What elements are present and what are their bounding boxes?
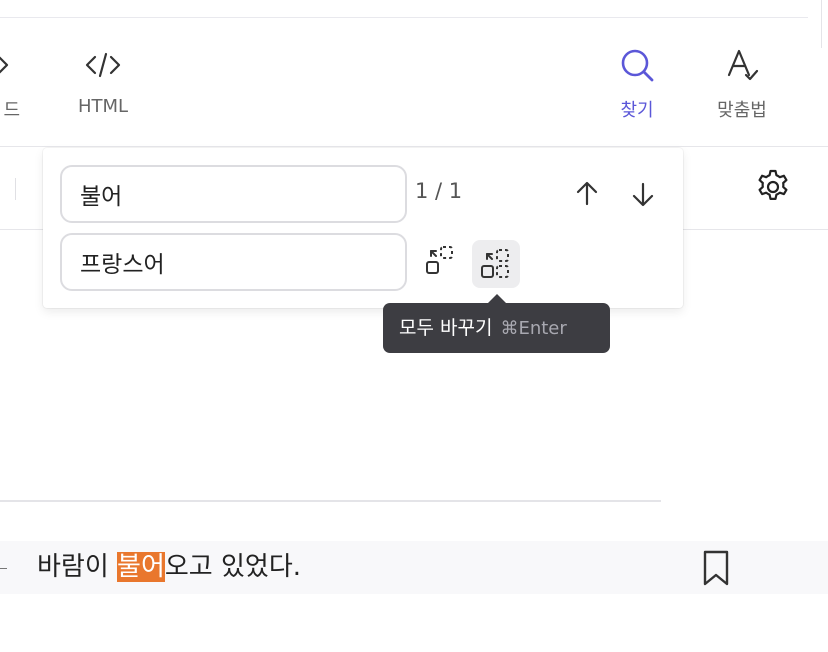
tooltip-text: 모두 바꾸기	[399, 317, 493, 339]
toolbar-find-button[interactable]: 찾기	[606, 19, 668, 147]
toolbar-prev-item[interactable]: 드	[0, 19, 30, 147]
toolbar-prev-label: 드	[3, 100, 20, 121]
toolbar-html-button[interactable]: HTML	[64, 19, 142, 147]
code-icon	[85, 52, 121, 78]
replace-all-tooltip: 모두 바꾸기 ⌘Enter	[383, 294, 610, 353]
find-input[interactable]	[60, 165, 407, 223]
gear-icon[interactable]	[753, 167, 793, 207]
sentence-row[interactable]: 바람이 불어오고 있었다.	[0, 541, 828, 594]
toolbar-html-label: HTML	[77, 96, 129, 117]
tooltip-shortcut: ⌘Enter	[500, 318, 567, 339]
spellcheck-icon	[727, 49, 759, 81]
editor-canvas: 드 HTML 찾기 맞춤법 불어 프랑스어 1 / 1 모두 바꾸기 ⌘Ente…	[0, 0, 828, 652]
top-strip	[0, 0, 808, 18]
bookmark-icon[interactable]	[700, 548, 732, 588]
sentence-after: 오고 있었다.	[164, 552, 302, 582]
toolbar-spellcheck-button[interactable]: 맞춤법	[706, 19, 778, 147]
arrow-down-icon[interactable]	[625, 176, 661, 212]
toolbar-spellcheck-label: 맞춤법	[717, 100, 767, 121]
sentence-text: 바람이 불어오고 있었다.	[37, 541, 301, 594]
sentence-before: 바람이	[37, 552, 118, 582]
match-count: 1 / 1	[415, 179, 463, 203]
separator	[15, 178, 16, 200]
arrow-up-icon[interactable]	[569, 176, 605, 212]
replace-all-icon	[481, 249, 509, 278]
row-marker	[0, 568, 7, 569]
toolbar: 드 HTML 찾기 맞춤법	[0, 19, 828, 147]
chevron-right-icon	[0, 56, 9, 74]
replace-icon[interactable]	[422, 242, 458, 278]
search-icon	[621, 49, 654, 82]
find-replace-panel: 1 / 1	[43, 148, 683, 308]
content-divider	[0, 500, 661, 502]
replace-all-button[interactable]	[472, 240, 520, 288]
search-match-highlight: 불어	[117, 552, 165, 582]
toolbar-find-label: 찾기	[620, 100, 654, 121]
replace-input[interactable]	[60, 233, 407, 291]
